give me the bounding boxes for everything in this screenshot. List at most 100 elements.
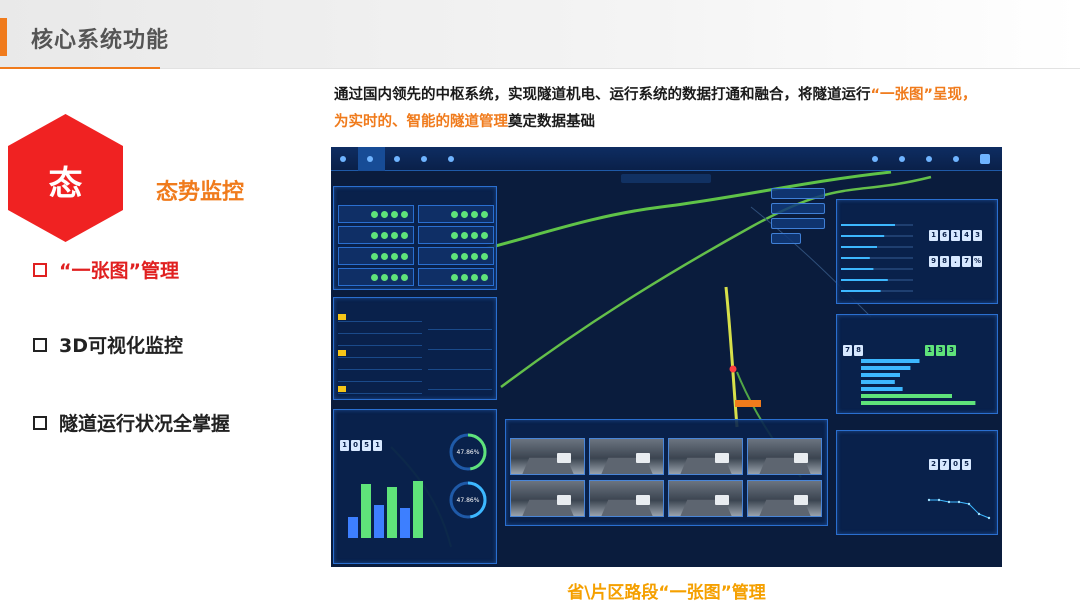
- camera-feed[interactable]: [589, 438, 664, 475]
- tunnel-tile[interactable]: [418, 268, 494, 286]
- status-dot: [371, 232, 378, 239]
- logo-icon: [971, 147, 1002, 171]
- event-row[interactable]: [338, 362, 422, 370]
- nav-tab[interactable]: ​: [917, 147, 944, 171]
- checkbox-icon: [33, 337, 47, 352]
- digit: %: [973, 256, 982, 267]
- equipment-rate: 9 8. 7%: [929, 248, 984, 267]
- dashboard-topbar: ​ ​ ​ ​ ​ ​ ​ ​: [331, 147, 1002, 171]
- digit: 5: [962, 459, 971, 470]
- tunnel-tile[interactable]: [418, 226, 494, 244]
- status-dot: [381, 274, 388, 281]
- donut-charts: 47.86% 47.86%: [449, 433, 487, 519]
- digit: 6: [940, 230, 949, 241]
- settings-icon[interactable]: ​: [944, 147, 971, 171]
- tunnel-tile[interactable]: [418, 247, 494, 265]
- nav-tab[interactable]: ​: [385, 147, 412, 171]
- event-row[interactable]: [338, 314, 422, 322]
- map-tool-button[interactable]: [771, 218, 825, 229]
- tunnel-tile[interactable]: [338, 247, 414, 265]
- event-row[interactable]: [338, 350, 422, 358]
- status-dot: [451, 211, 458, 218]
- equipment-panel: 16143 9 8. 7%: [836, 199, 998, 304]
- progress-fill: [841, 268, 874, 270]
- status-dot: [371, 274, 378, 281]
- event-detail-row[interactable]: [428, 314, 492, 330]
- camera-feed[interactable]: [668, 480, 743, 517]
- traffic-bar: [861, 380, 895, 384]
- status-dot: [451, 274, 458, 281]
- header-underline: [0, 67, 160, 69]
- events-panel: [333, 297, 497, 400]
- digit: 1: [340, 440, 349, 451]
- feature-label: 隧道运行状况全掌握: [59, 413, 231, 435]
- vehicle-bar-chart: [348, 481, 423, 538]
- digit: 7: [843, 345, 852, 356]
- event-detail-row[interactable]: [428, 374, 492, 390]
- digit: .: [951, 256, 960, 267]
- map-tool-button[interactable]: [771, 203, 825, 214]
- status-dot: [391, 253, 398, 260]
- camera-feed[interactable]: [747, 480, 822, 517]
- feature-item-one-map: “一张图”管理: [33, 256, 179, 283]
- status-dot: [461, 274, 468, 281]
- traffic-bar: [861, 373, 900, 377]
- tunnel-tile[interactable]: [338, 205, 414, 223]
- digit: 9: [929, 256, 938, 267]
- status-dot: [391, 232, 398, 239]
- event-row[interactable]: [338, 338, 422, 346]
- status-dot: [401, 232, 408, 239]
- trend-point: [947, 500, 951, 504]
- camera-feed[interactable]: [589, 480, 664, 517]
- video-wall-panel: [505, 419, 828, 526]
- digit: 1: [925, 345, 934, 356]
- status-dot: [481, 253, 488, 260]
- traffic-panel: 78 133: [836, 314, 998, 414]
- maintenance-kpi: 2705: [929, 451, 973, 470]
- digit: 1: [929, 230, 938, 241]
- camera-feed[interactable]: [510, 480, 585, 517]
- map-tool-button[interactable]: [771, 188, 825, 199]
- equipment-progress-bars: [841, 224, 913, 292]
- feature-label: “一张图”管理: [59, 260, 179, 282]
- status-dot: [401, 253, 408, 260]
- digit: 3: [947, 345, 956, 356]
- status-dot: [381, 232, 388, 239]
- event-row[interactable]: [338, 374, 422, 382]
- equipment-kpi: 16143: [929, 222, 984, 241]
- tunnel-tile[interactable]: [338, 226, 414, 244]
- status-dot: [481, 211, 488, 218]
- nav-tab[interactable]: ​: [439, 147, 466, 171]
- maintenance-panel: 2705: [836, 430, 998, 535]
- camera-feed[interactable]: [747, 438, 822, 475]
- nav-tab[interactable]: ​: [358, 147, 385, 171]
- event-row[interactable]: [338, 326, 422, 334]
- incident-label-box: [735, 400, 761, 407]
- event-row[interactable]: [338, 386, 422, 394]
- trend-point: [937, 498, 941, 502]
- nav-tab[interactable]: ​: [412, 147, 439, 171]
- digit: 2: [929, 459, 938, 470]
- intro-text: 通过国内领先的中枢系统，实现隧道机电、运行系统的数据打通和融合，将隧道运行“一张…: [334, 82, 984, 136]
- tunnel-tile[interactable]: [418, 205, 494, 223]
- incident-marker: [729, 365, 737, 373]
- nav-tab[interactable]: ​: [890, 147, 917, 171]
- status-dot: [481, 232, 488, 239]
- camera-feed[interactable]: [668, 438, 743, 475]
- search-icon[interactable]: [331, 147, 358, 171]
- map-tool-button[interactable]: [771, 233, 801, 244]
- nav-tab[interactable]: ​: [863, 147, 890, 171]
- tunnel-status-panel: [333, 186, 497, 290]
- traffic-bar: [861, 366, 911, 370]
- status-dot: [471, 274, 478, 281]
- tunnel-tile[interactable]: [338, 268, 414, 286]
- camera-feed[interactable]: [510, 438, 585, 475]
- checkbox-icon: [33, 415, 47, 430]
- event-detail-row[interactable]: [428, 354, 492, 370]
- checkbox-icon: [33, 262, 47, 277]
- vehicle-bar: [387, 487, 397, 538]
- vehicle-bar: [374, 505, 384, 538]
- status-dot: [371, 211, 378, 218]
- event-detail-row[interactable]: [428, 334, 492, 350]
- trend-point: [977, 512, 981, 516]
